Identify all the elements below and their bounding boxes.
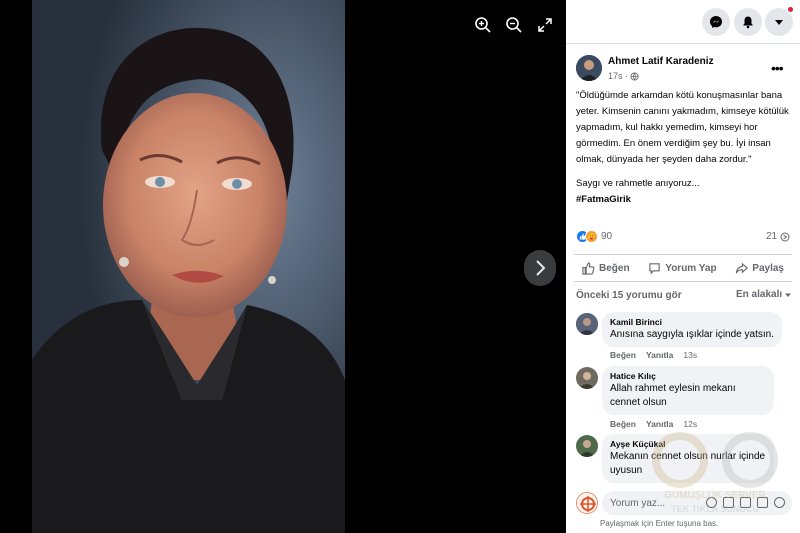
- commenter-avatar[interactable]: [576, 367, 598, 389]
- chevron-right-icon: [536, 260, 546, 276]
- author-name[interactable]: Ahmet Latif Karadeniz: [608, 56, 714, 67]
- top-bar: [566, 0, 800, 44]
- comment-bubble: Kamil Birinci Anısına saygıyla ışıklar i…: [602, 312, 782, 347]
- share-count-value: 21: [766, 231, 778, 242]
- zoom-in-icon: [475, 17, 491, 33]
- camera-icon[interactable]: [723, 497, 734, 508]
- post-time: 17s ·: [608, 71, 639, 81]
- sticker-icon[interactable]: [757, 497, 768, 508]
- commenter-avatar[interactable]: [576, 435, 598, 457]
- comment-composer: Yorum yaz...: [576, 491, 792, 515]
- enter-hint: Paylaşmak için Enter tuşuna bas.: [600, 519, 719, 528]
- share-label: Paylaş: [752, 262, 784, 274]
- notifications-button[interactable]: [734, 8, 762, 36]
- comment-reply-link[interactable]: Yanıtla: [646, 419, 673, 429]
- account-menu-button[interactable]: [765, 6, 794, 36]
- commenter-avatar-image: [576, 435, 598, 457]
- comment-time[interactable]: 12s: [683, 419, 697, 429]
- gif-icon[interactable]: [740, 497, 751, 508]
- comment-sort-label: En alakalı: [736, 289, 783, 300]
- messenger-button[interactable]: [702, 8, 730, 36]
- post-time-label[interactable]: 17s ·: [608, 71, 628, 81]
- post-tribute-line: Saygı ve rahmetle anıyoruz...: [576, 178, 700, 189]
- like-label: Beğen: [599, 262, 630, 274]
- previous-comments-link[interactable]: Önceki 15 yorumu gör: [576, 290, 682, 301]
- reactions-summary[interactable]: 90: [576, 230, 612, 243]
- portrait-photo: [32, 0, 345, 533]
- author-avatar-image: [576, 55, 602, 81]
- comment-bubble: Hatice Kılıç Allah rahmet eylesin mekanı…: [602, 366, 774, 415]
- post-options-button[interactable]: •••: [771, 60, 784, 76]
- notification-dot: [787, 6, 794, 13]
- avatar-sticker-icon[interactable]: [774, 497, 785, 508]
- next-photo-button[interactable]: [524, 250, 556, 286]
- hashtag-link[interactable]: #FatmaGirik: [576, 194, 631, 205]
- commenter-name[interactable]: Hatice Kılıç: [610, 371, 766, 381]
- share-count-icon: [780, 232, 790, 241]
- comment-button[interactable]: Yorum Yap: [648, 262, 717, 275]
- share-count[interactable]: 21: [766, 231, 790, 242]
- comment-bubble: Ayşe Küçükal Mekanın cennet olsun nurlar…: [602, 434, 774, 483]
- comment-like-link[interactable]: Beğen: [610, 350, 636, 360]
- comment-sort-dropdown[interactable]: En alakalı: [736, 289, 792, 300]
- share-icon: [736, 262, 749, 273]
- post-panel: Ahmet Latif Karadeniz 17s · ••• "Öldüğüm…: [566, 0, 800, 533]
- photo-viewer: [0, 0, 566, 533]
- comment-like-link[interactable]: Beğen: [610, 419, 636, 429]
- commenter-avatar[interactable]: [576, 313, 598, 335]
- post-text: "Öldüğümde arkamdan kötü konuşmasınlar b…: [576, 90, 789, 165]
- reaction-count: 90: [601, 231, 613, 242]
- comment-label: Yorum Yap: [665, 262, 717, 274]
- comment-text: Mekanın cennet olsun nurlar içinde uyusu…: [610, 451, 766, 476]
- account-menu-icon: [775, 20, 783, 25]
- comment-input-placeholder: Yorum yaz...: [610, 497, 666, 509]
- fullscreen-icon: [538, 18, 552, 32]
- like-icon: [582, 261, 595, 275]
- share-button[interactable]: Paylaş: [735, 262, 784, 275]
- fullscreen-button[interactable]: [532, 12, 558, 38]
- public-globe-icon: [630, 71, 639, 81]
- commenter-name[interactable]: Kamil Birinci: [610, 317, 774, 327]
- comment-text: Allah rahmet eylesin mekanı cennet olsun: [610, 383, 736, 408]
- zoom-out-button[interactable]: [501, 12, 527, 38]
- comment-actions: Beğen Yanıtla 12s: [610, 419, 697, 429]
- messenger-icon: [710, 16, 722, 28]
- post-photo[interactable]: [32, 0, 345, 533]
- commenter-name[interactable]: Ayşe Küçükal: [610, 439, 766, 449]
- zoom-in-button[interactable]: [470, 12, 496, 38]
- comment-icon: [649, 262, 660, 274]
- zoom-out-icon: [506, 17, 522, 33]
- comment-reply-link[interactable]: Yanıtla: [646, 350, 673, 360]
- notifications-icon: [743, 16, 753, 29]
- author-avatar[interactable]: [576, 55, 602, 81]
- current-user-avatar-image: [577, 493, 597, 513]
- comment-time[interactable]: 13s: [683, 350, 697, 360]
- current-user-avatar[interactable]: [576, 492, 598, 514]
- commenter-avatar-image: [576, 313, 598, 335]
- care-reaction-icon: [585, 230, 598, 243]
- comment-actions: Beğen Yanıtla 13s: [610, 350, 697, 360]
- comment-text: Anısına saygıyla ışıklar içinde yatsın.: [610, 329, 774, 340]
- commenter-avatar-image: [576, 367, 598, 389]
- post-actions-bar: Beğen Yorum Yap Paylaş: [574, 254, 792, 282]
- emoji-icon[interactable]: [706, 497, 717, 508]
- chevron-down-icon: [785, 293, 792, 297]
- like-button[interactable]: Beğen: [582, 261, 630, 275]
